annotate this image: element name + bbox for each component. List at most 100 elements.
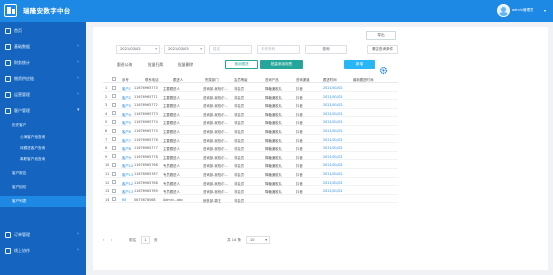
sidebar-item-label: 客户回访 xyxy=(12,185,27,189)
row-checkbox[interactable] xyxy=(112,128,116,133)
row-checkbox[interactable] xyxy=(112,119,116,124)
product-cell: 降糖通胶丸 xyxy=(265,112,282,117)
follow-date-cell: 2021/01/02 xyxy=(323,120,343,125)
column-header[interactable]: 咨询渠道 xyxy=(296,77,320,82)
member-level-cell: 非会员 xyxy=(234,95,245,100)
query-button[interactable]: 查询 xyxy=(305,45,347,54)
sidebar-item-label: 客户报告 xyxy=(12,171,27,175)
row-checkbox[interactable] xyxy=(112,85,116,90)
chevron-right-icon: › xyxy=(77,59,79,65)
product-cell: 降糖通胶丸 xyxy=(265,121,282,126)
phone-search-input[interactable]: 手机号码 xyxy=(257,45,300,54)
phone-cell: 11676965766 xyxy=(134,163,158,168)
phone-cell: 11676965776 xyxy=(134,137,158,142)
gear-icon[interactable] xyxy=(379,60,388,75)
row-checkbox[interactable] xyxy=(112,197,116,202)
sidebar-item-orders[interactable]: 订单管理 › xyxy=(0,228,86,242)
page-number-input[interactable]: 1 xyxy=(141,236,150,244)
row-checkbox[interactable] xyxy=(112,102,116,107)
product-cell: 降糖通胶丸 xyxy=(265,147,282,152)
phone-cell: 11676965775 xyxy=(134,129,158,133)
row-checkbox[interactable] xyxy=(112,111,116,116)
page-suffix: 页 xyxy=(154,238,158,242)
prev-page-icon[interactable]: ‹ xyxy=(103,238,104,242)
page-size-value: 10 xyxy=(250,238,255,242)
sidebar-item-collab[interactable]: 线上协作 › xyxy=(0,244,86,258)
assign-follow-button[interactable]: 指派跟进 xyxy=(225,60,258,69)
follow-date-cell: 2021/01/02 xyxy=(323,189,343,194)
tab-batch-delete[interactable]: 批量删除 xyxy=(178,62,193,68)
phone-cell: 11676965769 xyxy=(134,189,158,194)
user-menu-caret-icon[interactable]: ▾ xyxy=(544,8,546,13)
app-title: 瑞隆安数字中台 xyxy=(23,7,71,15)
new-customer-button[interactable]: 新增 xyxy=(344,60,375,69)
date-range-separator: - xyxy=(161,46,163,50)
row-checkbox[interactable] xyxy=(112,188,116,193)
sidebar-subitem-customer-list[interactable]: 客户列表 xyxy=(0,196,86,207)
next-page-icon[interactable]: › xyxy=(111,238,112,242)
table-row: 10 客户10 11676965766 专员跟进人 咨询部-吴柏尔... 非会员 降糖通胶丸… xyxy=(103,161,398,169)
column-header[interactable]: 所属部门 xyxy=(205,77,231,82)
sidebar-item-base-data[interactable]: 基础数据 › xyxy=(0,40,86,54)
phone-cell: 11676965778 xyxy=(134,154,158,159)
sidebar-item-customers[interactable]: 客户管理 ▾ xyxy=(0,104,86,118)
select-all-checkbox[interactable] xyxy=(112,76,116,81)
member-level-cell: 非会员 xyxy=(234,164,245,169)
row-checkbox[interactable] xyxy=(112,180,116,185)
owner-cell: 主要跟进人 xyxy=(163,104,180,109)
owner-cell: 主要跟进人 xyxy=(163,121,180,126)
column-header[interactable]: 联系电话 xyxy=(145,77,169,82)
export-button[interactable]: 导出 xyxy=(366,31,396,40)
follow-date-cell: 2021/01/02 xyxy=(323,86,343,90)
sidebar-item-label: 历史客户 xyxy=(12,123,27,127)
sidebar-item-home[interactable]: 首页 xyxy=(0,24,86,38)
row-checkbox[interactable] xyxy=(112,145,116,150)
owner-cell: 专员跟进人 xyxy=(163,190,180,195)
follow-date-cell: 2021/01/02 xyxy=(323,103,343,108)
date-to-field[interactable]: 2021/03/03 ▾ xyxy=(164,45,205,54)
sidebar-subitem-public-pool[interactable]: 公海客户池查询 xyxy=(0,132,86,143)
row-checkbox[interactable] xyxy=(112,94,116,99)
row-checkbox[interactable] xyxy=(112,154,116,159)
batch-add-tag-button[interactable]: 批量添加标签 xyxy=(260,60,303,69)
sidebar-item-supply-chain[interactable]: 物资供应链 › xyxy=(0,72,86,86)
phone-cell: 11676965774 xyxy=(134,120,158,125)
member-level-cell: 非会员 xyxy=(234,173,245,177)
follow-date-cell: 2021/01/02 xyxy=(323,154,343,159)
column-header[interactable]: 会员等级 xyxy=(234,77,256,82)
date-from-field[interactable]: 2021/03/02 ▾ xyxy=(116,45,160,54)
row-checkbox[interactable] xyxy=(112,137,116,142)
member-level-cell: 非会员 xyxy=(234,138,245,143)
column-header[interactable]: 最新跟进时间 xyxy=(353,77,397,82)
product-cell: 降糖通胶丸 xyxy=(265,95,282,100)
department-cell: 咨询部-吴柏尔... xyxy=(203,87,228,91)
page-size-select[interactable]: 10 ▾ xyxy=(246,236,270,244)
sidebar-subitem-resigned-pool[interactable]: 离职客户池查询 xyxy=(0,154,86,165)
column-header[interactable]: 跟进时间 xyxy=(323,77,347,82)
row-checkbox[interactable] xyxy=(112,171,116,176)
column-header[interactable]: 咨询产品 xyxy=(265,77,289,82)
chevron-down-icon: ▾ xyxy=(265,238,267,242)
tab-follow-public[interactable]: 跟进公海 xyxy=(117,62,132,68)
logo-icon xyxy=(4,4,17,17)
sidebar-item-finance[interactable]: 财务统计 › xyxy=(0,56,86,70)
department-cell: 咨询部-吴柏尔... xyxy=(203,164,228,169)
sidebar-item-label: 离职客户池查询 xyxy=(20,157,46,161)
product-cell: 降糖通胶丸 xyxy=(265,138,282,143)
clear-filters-button[interactable]: 清空查询条件 xyxy=(367,45,398,54)
sidebar-subitem-pending[interactable]: 待跟进客户查询 xyxy=(0,143,86,154)
name-search-input[interactable]: 姓名 xyxy=(209,45,252,54)
member-level-cell: 非会员 xyxy=(234,121,245,126)
follow-date-cell: 2021/01/02 xyxy=(323,172,343,176)
column-header[interactable]: 序号 xyxy=(122,77,136,82)
username[interactable]: admin管理员 xyxy=(512,8,533,13)
column-header[interactable]: 跟进人 xyxy=(173,77,195,82)
sidebar-subitem-visits[interactable]: 客户回访 xyxy=(0,182,86,193)
sidebar-subgroup-history[interactable]: 历史客户 xyxy=(0,120,86,131)
sidebar-subitem-reports[interactable]: 客户报告 xyxy=(0,168,86,179)
sidebar-item-operations[interactable]: 运营管理 › xyxy=(0,88,86,102)
user-avatar-icon[interactable] xyxy=(497,4,510,17)
row-checkbox[interactable] xyxy=(112,162,116,167)
cart-icon xyxy=(5,232,11,238)
tab-batch-assign[interactable]: 批量归属 xyxy=(148,62,163,68)
